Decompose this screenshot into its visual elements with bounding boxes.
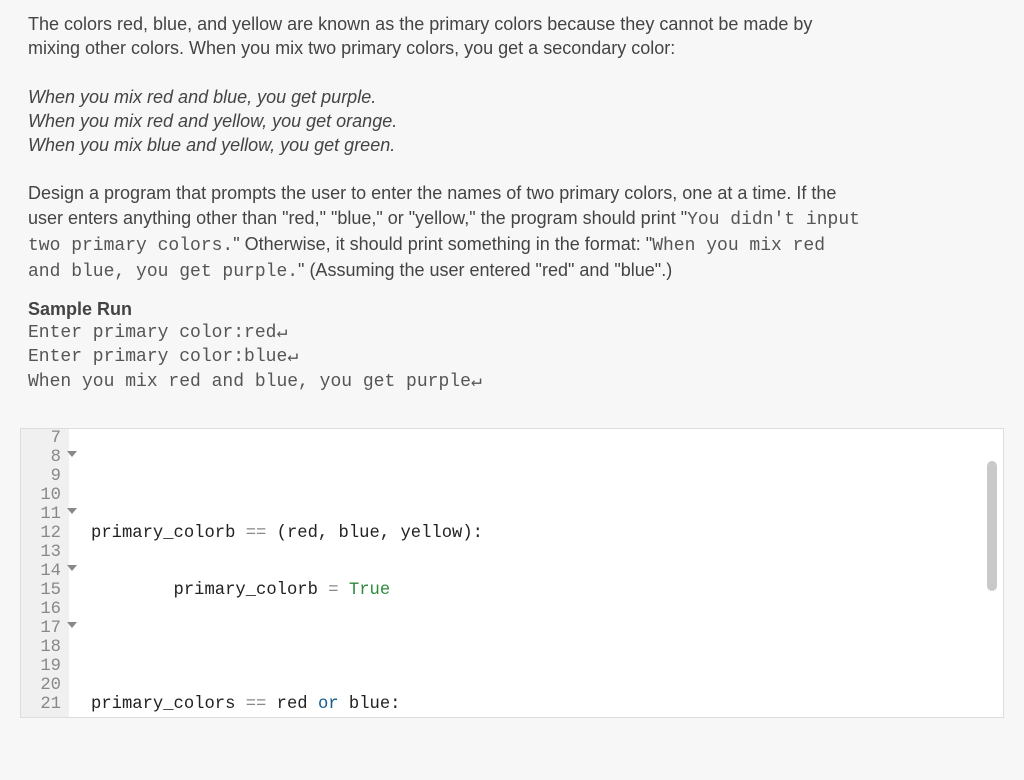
code-line[interactable]: primary_colorb = True [91,581,1003,600]
task-line-3: two primary colors." Otherwise, it shoul… [28,232,996,258]
code-line[interactable]: primary_colorb == (red, blue, yellow): [91,524,1003,543]
task-line-4: and blue, you get purple." (Assuming the… [28,258,996,284]
code-line[interactable] [91,467,1003,486]
vertical-scrollbar[interactable] [987,461,997,591]
line-number: 11 [21,505,65,524]
intro-line-1: The colors red, blue, and yellow are kno… [28,12,996,36]
example-orange: When you mix red and yellow, you get ora… [28,109,996,133]
line-number-gutter: 7 8 9 10 11 12 13 14 15 16 17 18 19 20 2… [21,429,69,717]
intro-line-2: mixing other colors. When you mix two pr… [28,36,996,60]
task-line-2: user enters anything other than "red," "… [28,206,996,232]
line-number: 12 [21,524,65,543]
code-editor[interactable]: 7 8 9 10 11 12 13 14 15 16 17 18 19 20 2… [20,428,1004,718]
line-number: 14 [21,562,65,581]
code-area[interactable]: primary_colorb == (red, blue, yellow): p… [69,429,1003,717]
sample-run-heading: Sample Run [28,299,132,319]
sample-line-3: When you mix red and blue, you get purpl… [28,370,996,394]
line-number: 10 [21,486,65,505]
example-purple: When you mix red and blue, you get purpl… [28,85,996,109]
task-line-1: Design a program that prompts the user t… [28,181,996,205]
line-number: 21 [21,695,65,714]
problem-statement: The colors red, blue, and yellow are kno… [0,0,1024,394]
line-number: 13 [21,543,65,562]
sample-line-2: Enter primary color:blue↵ [28,345,996,369]
sample-line-1: Enter primary color:red↵ [28,321,996,345]
line-number: 16 [21,600,65,619]
line-number: 9 [21,467,65,486]
line-number: 15 [21,581,65,600]
code-line[interactable]: primary_colors == red or blue: [91,695,1003,714]
line-number: 7 [21,429,65,448]
code-line[interactable] [91,638,1003,657]
line-number: 20 [21,676,65,695]
line-number: 18 [21,638,65,657]
line-number: 19 [21,657,65,676]
line-number: 17 [21,619,65,638]
line-number: 8 [21,448,65,467]
example-green: When you mix blue and yellow, you get gr… [28,133,996,157]
